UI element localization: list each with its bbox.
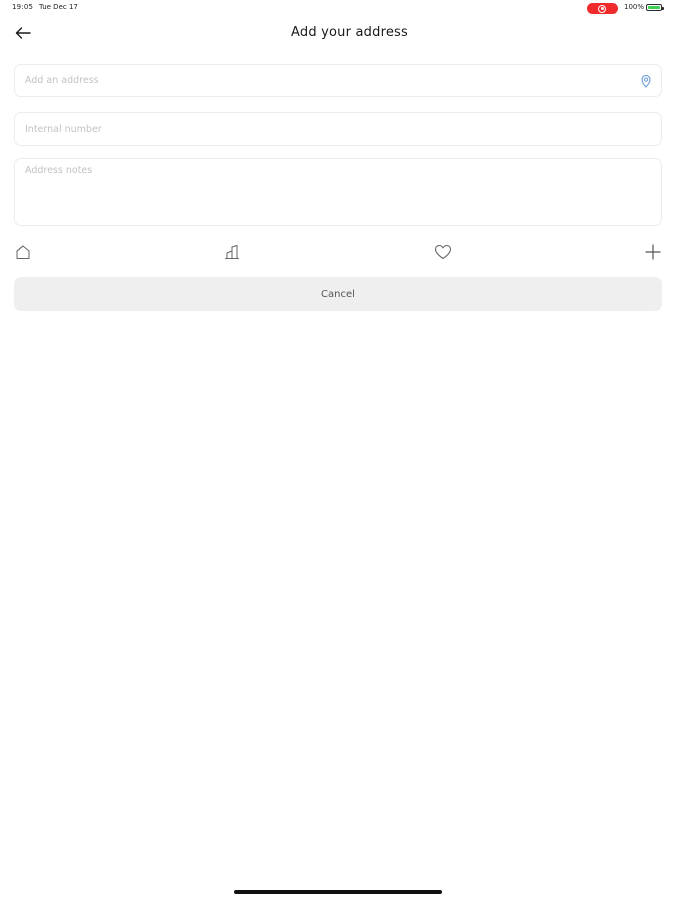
record-icon <box>598 4 606 13</box>
page-title-text: Add your address <box>291 25 408 40</box>
address-input[interactable] <box>25 75 637 86</box>
status-bar: 19:05 Tue Dec 17 100% <box>0 0 675 16</box>
favorite-label-button[interactable] <box>434 243 452 261</box>
work-label-button[interactable] <box>223 243 241 261</box>
battery-level <box>648 6 660 9</box>
home-label-button[interactable] <box>14 243 32 261</box>
page-title: Add your address <box>0 25 675 40</box>
heart-icon <box>434 244 452 260</box>
status-time: 19:05 <box>12 3 34 11</box>
plus-icon <box>645 244 661 260</box>
building-icon <box>225 245 239 259</box>
address-field[interactable] <box>14 64 662 97</box>
internal-number-input[interactable] <box>25 123 651 135</box>
cancel-button[interactable]: Cancel <box>14 277 662 311</box>
home-icon <box>16 245 30 259</box>
address-notes-input[interactable] <box>25 165 651 221</box>
add-label-button[interactable] <box>644 243 662 261</box>
status-date: Tue Dec 17 <box>39 3 78 11</box>
battery-icon <box>646 4 664 11</box>
battery-percent: 100% <box>624 3 645 11</box>
address-notes-field[interactable] <box>14 158 662 226</box>
location-pin-icon[interactable] <box>640 74 652 88</box>
screen-recording-indicator[interactable] <box>587 3 618 14</box>
home-indicator[interactable] <box>234 890 442 894</box>
internal-number-field[interactable] <box>14 112 662 146</box>
